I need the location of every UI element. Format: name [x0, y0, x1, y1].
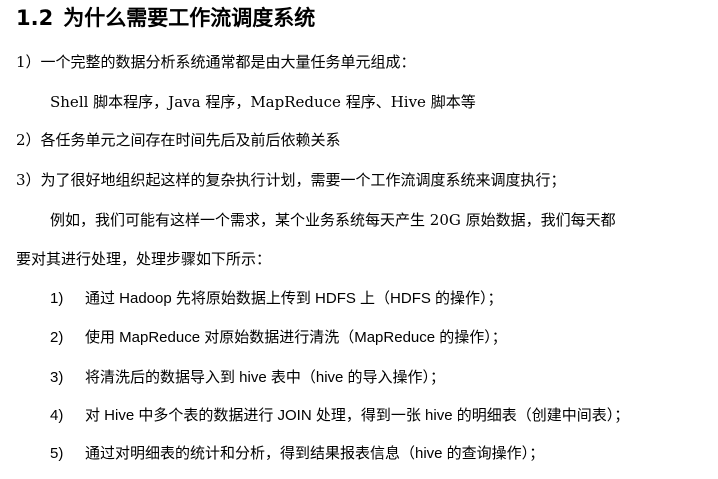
point-2: 2）各任务单元之间存在时间先后及前后依赖关系 [16, 131, 341, 149]
point-1: 1）一个完整的数据分析系统通常都是由大量任务单元组成： [16, 53, 416, 71]
step-text: 使用 MapReduce 对原始数据进行清洗（MapReduce 的操作）； [85, 329, 507, 346]
step-text: 通过 Hadoop 先将原始数据上传到 HDFS 上（HDFS 的操作）； [85, 290, 503, 307]
example-line-2: 要对其进行处理，处理步骤如下所示： [16, 250, 272, 268]
step-number: 1) [50, 290, 64, 307]
point-3: 3）为了很好地组织起这样的复杂执行计划，需要一个工作流调度系统来调度执行； [16, 171, 566, 189]
step-number: 3) [50, 369, 64, 386]
step-text: 将清洗后的数据导入到 hive 表中（hive 的导入操作）； [85, 369, 446, 386]
example-line-1: 例如，我们可能有这样一个需求，某个业务系统每天产生 20G 原始数据，我们每天都 [50, 211, 616, 229]
section-number: 1.2 [16, 6, 54, 30]
point-1-detail: Shell 脚本程序，Java 程序，MapReduce 程序、Hive 脚本等 [50, 93, 476, 111]
step-text: 通过对明细表的统计和分析，得到结果报表信息（hive 的查询操作）； [85, 445, 545, 462]
document-page: 1.2 为什么需要工作流调度系统 1）一个完整的数据分析系统通常都是由大量任务单元… [0, 0, 718, 479]
step-text: 对 Hive 中多个表的数据进行 JOIN 处理，得到一张 hive 的明细表（… [85, 407, 630, 424]
step-number: 5) [50, 445, 64, 462]
step-number: 2) [50, 329, 64, 346]
step-number: 4) [50, 407, 64, 424]
section-title: 为什么需要工作流调度系统 [63, 6, 316, 30]
section-heading: 1.2 为什么需要工作流调度系统 [16, 4, 315, 32]
